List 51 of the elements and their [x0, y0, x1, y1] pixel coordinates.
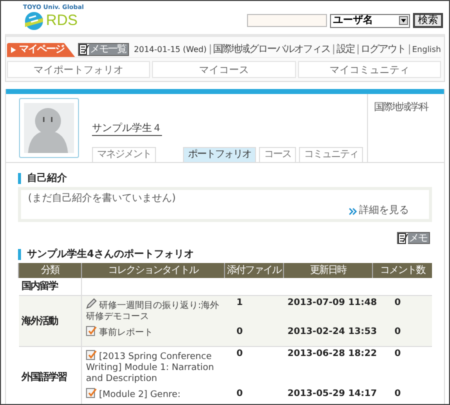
file-count: 0 [236, 349, 244, 361]
category-cell: 外国語学習 [18, 346, 82, 404]
profile-tab[interactable]: マネジメント [92, 147, 156, 162]
dropdown-caret-icon [399, 16, 408, 25]
collection-link[interactable]: [Module 2] Genre: [86, 387, 224, 403]
profile-tab[interactable]: コミュニティ [299, 147, 363, 162]
subnav-tab[interactable]: マイポートフォリオ [7, 61, 150, 78]
nav-link[interactable]: 国際地域グローバルオフィス [212, 44, 330, 56]
date-text: 2014-01-15 (Wed) [134, 44, 207, 56]
notepad-icon [398, 232, 408, 244]
search-field[interactable] [247, 14, 327, 27]
double-chevron-icon [349, 208, 357, 214]
subnav-tab[interactable]: マイコミュニティ [298, 61, 441, 78]
column-header: コレクションタイトル [82, 263, 224, 278]
logo-text: RDS [46, 12, 78, 30]
file-count: 0 [236, 389, 244, 401]
collection-link[interactable]: 研修一週間目の振り返り:海外研修デモコース [86, 298, 224, 325]
search-type-dropdown[interactable]: ユーザ名 [330, 14, 410, 28]
collection-link[interactable]: [2013 Spring Conference Writing] Module 1: Narration and Description [86, 349, 224, 387]
collection-link[interactable]: 事前レポート [86, 325, 224, 341]
play-icon [11, 47, 16, 53]
globe-logo-icon [23, 11, 45, 31]
report-icon [86, 325, 97, 336]
nav-link[interactable]: 設定 [336, 44, 354, 56]
report-icon [86, 349, 97, 360]
subnav-tab[interactable]: マイコース [152, 61, 296, 78]
separator: | [356, 44, 359, 56]
intro-text: (まだ自己紹介を書いていません) [28, 193, 177, 205]
column-header: 添付ファイル [224, 263, 284, 278]
column-header: 更新日時 [284, 263, 372, 278]
pencil-icon [86, 298, 97, 309]
column-header: コメント数 [372, 263, 432, 278]
notepad-icon [79, 44, 89, 55]
separator: | [332, 44, 334, 56]
department-text: 国際地域学科 [367, 94, 444, 162]
section-heading: サンプル学生4さんのポートフォリオ [18, 249, 432, 260]
profile-tab[interactable]: ポートフォリオ [183, 147, 256, 162]
category-cell: 海外活動 [18, 296, 82, 346]
details-link[interactable]: 詳細を見る [349, 205, 409, 217]
student-name[interactable]: サンプル学生４ [92, 122, 162, 136]
separator: | [408, 44, 410, 56]
nav-link[interactable]: ログアウト [360, 44, 406, 56]
file-count: 1 [236, 298, 244, 310]
column-header: 分類 [18, 263, 82, 278]
profile-tab[interactable]: コース [259, 147, 296, 162]
nav-link[interactable]: English [412, 44, 441, 56]
separator: | [208, 44, 211, 56]
section-heading: 自己紹介 [18, 173, 432, 184]
file-count: 0 [236, 327, 244, 339]
search-button[interactable]: 検索 [413, 13, 443, 28]
report-icon [86, 387, 97, 398]
